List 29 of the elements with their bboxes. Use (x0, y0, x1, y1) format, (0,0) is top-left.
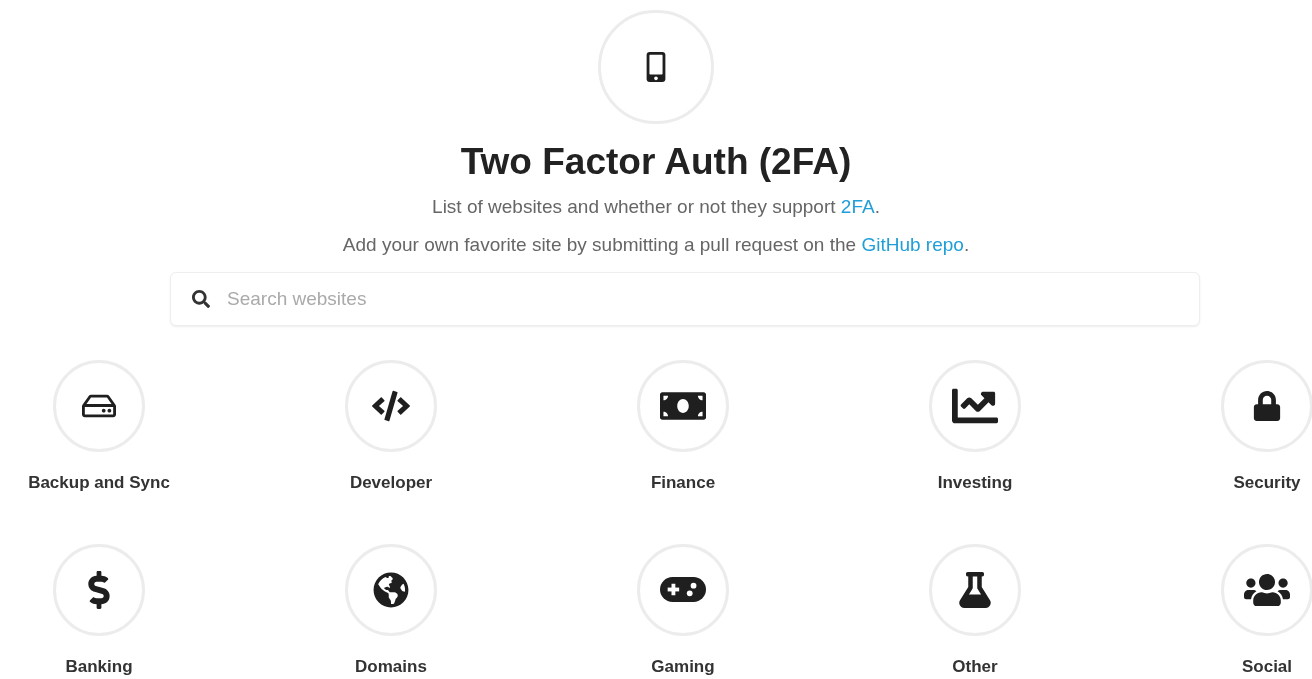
category-label[interactable]: Finance (650, 470, 716, 496)
category-button[interactable] (637, 360, 729, 452)
flask-icon (957, 571, 993, 608)
category-label[interactable]: Security (1233, 470, 1301, 496)
search-field[interactable]: Search websites (170, 272, 1200, 326)
intro-text: List of websites and whether or not they support 2FA. (432, 195, 880, 219)
globe-icon (373, 571, 409, 608)
intro-text: Add your own favorite site by submitting a pull request on the GitHub repo. (342, 233, 970, 257)
category-button[interactable] (53, 360, 145, 452)
category-label[interactable]: Domains (355, 653, 427, 679)
category-label[interactable]: Other (952, 653, 998, 679)
category-label[interactable]: Gaming (651, 653, 715, 679)
gamepad-icon (660, 577, 706, 602)
page-title: Two Factor Auth (2FA) (460, 140, 852, 184)
category-label[interactable]: Backup and Sync (28, 470, 170, 496)
category-button[interactable] (53, 543, 145, 636)
category-button[interactable] (345, 360, 437, 452)
category-label[interactable]: Banking (65, 653, 133, 679)
search-icon (192, 290, 210, 308)
category-button[interactable] (1221, 543, 1312, 636)
padlock-icon (1252, 391, 1282, 421)
category-label[interactable]: Investing (937, 470, 1013, 496)
category-button[interactable] (1221, 360, 1312, 452)
category-label[interactable]: Developer (349, 470, 433, 496)
category-button[interactable] (345, 543, 437, 636)
category-button[interactable] (637, 543, 729, 636)
category-label[interactable]: Social (1241, 653, 1293, 679)
category-button[interactable] (929, 360, 1021, 452)
category-button[interactable] (929, 543, 1021, 636)
